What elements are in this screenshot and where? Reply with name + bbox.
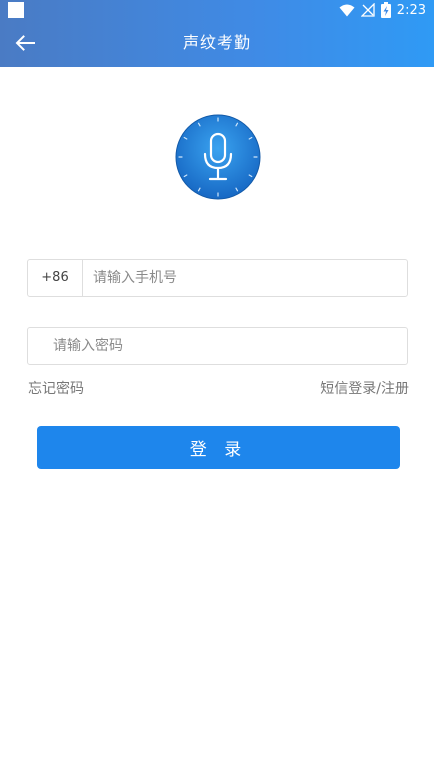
app-bar: 声纹考勤: [0, 20, 434, 67]
login-button[interactable]: 登 录: [37, 426, 400, 469]
status-bar: 2:23: [0, 0, 434, 20]
wifi-icon: [339, 4, 355, 16]
phone-field: +86: [27, 259, 408, 297]
no-signal-icon: [360, 3, 375, 17]
password-input[interactable]: [53, 328, 393, 364]
login-screen: 2:23 声纹考勤 +86 忘记密码 短信登录/注册 登: [0, 0, 434, 779]
battery-charging-icon: [380, 2, 391, 18]
status-icons: 2:23: [339, 0, 426, 20]
country-code-selector[interactable]: +86: [28, 260, 83, 296]
password-field: [27, 327, 408, 365]
sms-login-register-link[interactable]: 短信登录/注册: [320, 378, 409, 398]
status-time: 2:23: [396, 2, 426, 18]
page-title: 声纹考勤: [182, 33, 251, 52]
phone-input[interactable]: [93, 260, 393, 296]
notification-square-icon: [8, 2, 24, 18]
forgot-password-link[interactable]: 忘记密码: [28, 378, 84, 398]
microphone-icon: [175, 114, 261, 200]
